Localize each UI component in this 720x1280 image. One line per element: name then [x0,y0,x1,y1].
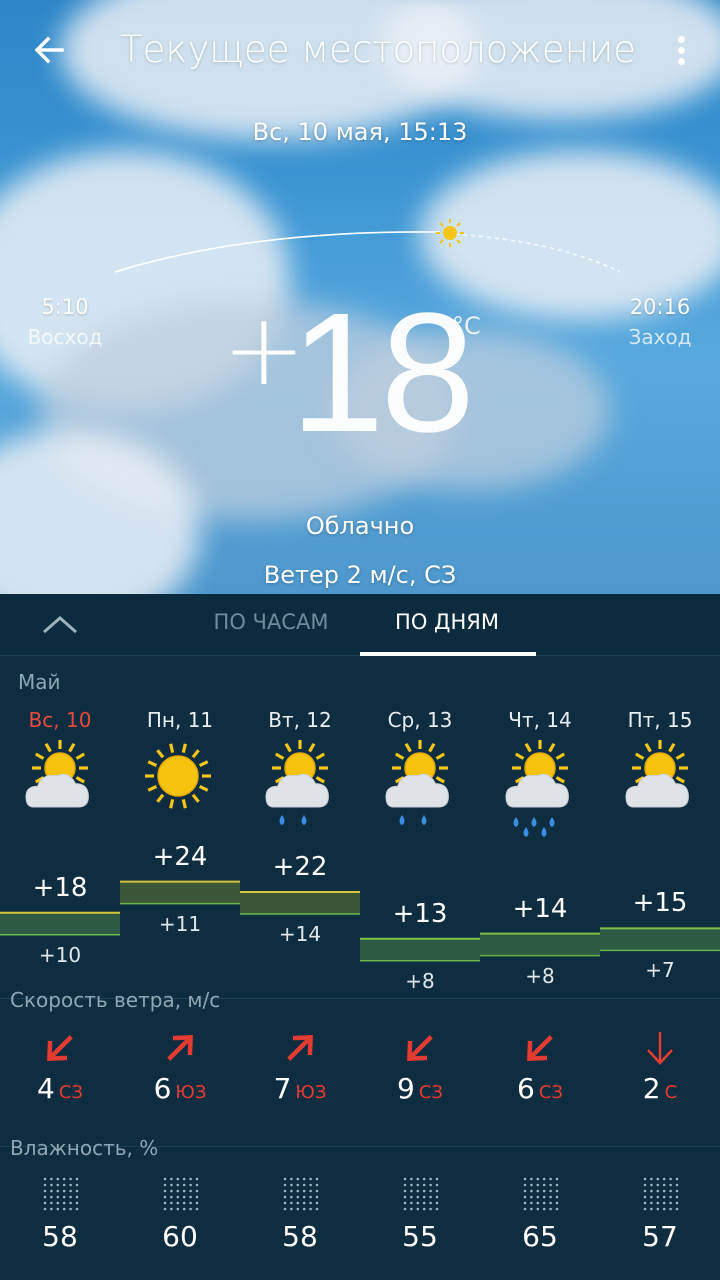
humidity-dots-icon [42,1176,82,1216]
day-name: Пт, 15 [627,708,693,732]
wind-direction-arrow-icon [400,1028,440,1072]
temperature-bar [240,892,360,914]
wind-speed: 7 [273,1072,292,1105]
wind-direction: СЗ [418,1082,443,1103]
wind-value: 6 СЗ [480,1072,600,1105]
wind-direction: ЮЗ [295,1082,327,1103]
current-date: Вс, 10 мая, 15:13 [252,118,468,146]
humidity-dots-icon [522,1176,562,1216]
wind-value: 9 СЗ [360,1072,480,1105]
app-bar: Текущее местоположение [0,0,720,100]
back-arrow-icon[interactable] [28,28,72,72]
high-temperature: +18 [32,872,88,903]
partly-cloudy-icon [622,740,698,844]
low-temperature: +8 [405,968,435,993]
humidity-value: 58 [42,1220,78,1253]
current-weather-hero: Текущее местоположение Вс, 10 мая, 15:13… [0,0,720,594]
humidity-value: 60 [162,1220,198,1253]
high-temperature: +14 [512,893,568,924]
more-options-icon[interactable] [664,30,700,70]
humidity-value: 65 [522,1220,558,1253]
low-temperature: +11 [158,911,202,936]
wind-value: 6 ЮЗ [120,1072,240,1105]
wind-speed: 6 [517,1072,535,1105]
temperature-bar [600,928,720,951]
high-temperature: +13 [392,898,448,929]
day-name: Пн, 11 [146,708,214,732]
humidity-dots-icon [162,1176,202,1216]
temperature-bar [480,933,600,956]
humidity-value: 58 [282,1220,318,1253]
partly-cloudy-icon [22,740,98,844]
current-wind: Ветер 2 м/с, СЗ [263,561,457,589]
humidity-dots-icon [402,1176,442,1216]
wind-direction-arrow-icon [280,1028,320,1072]
humidity-dots-icon [642,1176,682,1216]
day-name: Ср, 13 [387,708,453,732]
temperature-bar [120,881,240,904]
day-name: Вс, 10 [28,708,92,732]
wind-section-label: Скорость ветра, м/с [10,988,221,1012]
high-temperature: +15 [632,888,688,919]
wind-speed: 6 [153,1072,172,1105]
partly-cloudy-rain-icon [382,740,458,844]
wind-direction-arrow-icon [520,1028,560,1072]
page-title: Текущее местоположение [120,28,636,71]
current-temperature: 18 [290,278,475,468]
wind-speed: 2 [642,1072,661,1105]
temperature-bar [360,938,480,961]
wind-direction-arrow-icon [640,1028,680,1072]
humidity-dots-icon [282,1176,322,1216]
wind-direction-arrow-icon [160,1028,200,1072]
chevron-up-icon[interactable] [38,606,82,642]
humidity-value: 55 [402,1220,438,1253]
low-temperature: +7 [645,958,675,983]
sunny-icon [142,740,218,844]
humidity-value: 57 [642,1220,678,1253]
low-temperature: +10 [38,942,82,967]
wind-direction: С [664,1082,678,1103]
humidity-section-label: Влажность, % [10,1136,159,1160]
month-label: Май [18,670,61,694]
sunset-time: 20:16 [629,295,691,319]
forecast-tabs: ПО ЧАСАМ ПО ДНЯМ [0,594,720,656]
wind-speed: 9 [397,1072,415,1105]
wind-direction: ЮЗ [175,1082,207,1103]
low-temperature: +14 [278,922,322,946]
day-name: Вт, 12 [268,708,332,732]
forecast-panel: ПО ЧАСАМ ПО ДНЯМ Май Вс, 10 Пн, 11 Вт, 12 С… [0,594,720,1280]
partly-cloudy-rain-icon [262,740,338,844]
sunrise-time: 5:10 [41,295,89,319]
high-temperature: +22 [272,852,328,882]
temperature-unit: °C [452,312,481,340]
weather-condition: Облачно [305,512,415,540]
wind-speed: 4 [37,1072,55,1105]
sunrise-label: Восход [27,325,103,349]
temperature-bar [0,912,120,935]
active-tab-indicator [360,652,536,656]
wind-direction-arrow-icon [40,1028,80,1072]
day-name: Чт, 14 [508,708,572,732]
wind-direction: СЗ [58,1082,83,1103]
tab-hourly[interactable]: ПО ЧАСАМ [196,610,346,634]
partly-cloudy-heavy-rain-icon [502,740,578,844]
wind-value: 4 СЗ [0,1072,120,1105]
high-temperature: +24 [152,841,208,872]
wind-direction: СЗ [538,1082,563,1103]
low-temperature: +8 [525,963,555,988]
wind-value: 2С [600,1072,720,1105]
tab-daily[interactable]: ПО ДНЯМ [362,610,532,634]
wind-value: 7 ЮЗ [240,1072,360,1105]
sun-position-icon [436,219,464,247]
sun-path-arc [114,219,621,273]
sunset-label: Заход [628,325,692,349]
